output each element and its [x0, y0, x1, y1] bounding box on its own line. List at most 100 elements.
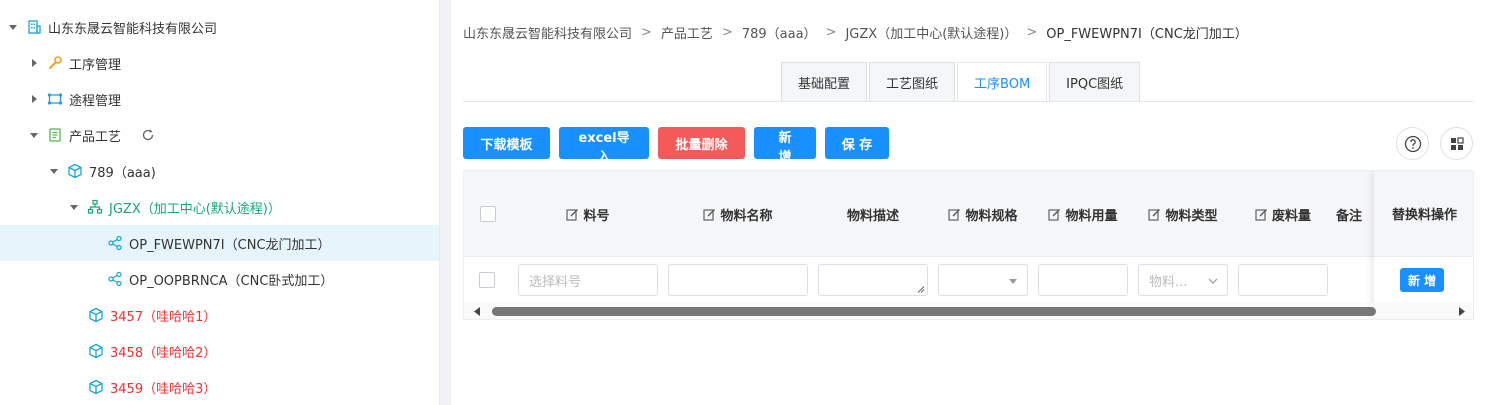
tree-node-label: OP_OOPBRNCA（CNC卧式加工） [129, 273, 334, 289]
part-number-placeholder: 选择料号 [529, 274, 582, 290]
caret-down-icon[interactable] [69, 202, 79, 212]
tab-craft-drawing[interactable]: 工艺图纸 [869, 62, 956, 101]
building-icon [26, 19, 42, 35]
material-desc-textarea[interactable] [818, 264, 928, 296]
caret-down-icon[interactable] [49, 166, 59, 176]
caret-right-icon[interactable] [29, 58, 39, 68]
header-label: 废料量 [1271, 208, 1311, 224]
material-spec-select[interactable] [938, 264, 1028, 296]
refresh-icon[interactable] [141, 128, 155, 142]
tree-node-label: JGZX（加工中心(默认途程)） [109, 201, 281, 217]
bom-table: 料号 物料名称 物料描述 物料规格 物料用量 物料类型 废料量 备注 选择料号 … [463, 170, 1474, 320]
table-row: 选择料号 物料... [464, 257, 1473, 303]
document-icon [47, 127, 63, 143]
material-name-input[interactable] [668, 264, 808, 296]
breadcrumb-separator: > [825, 24, 837, 40]
edit-icon [566, 208, 579, 221]
header-label: 物料类型 [1165, 208, 1218, 224]
breadcrumb-item[interactable]: JGZX（加工中心(默认途程)） [845, 23, 1017, 42]
tree-node-label: 产品工艺 [69, 129, 122, 145]
edit-icon [1148, 208, 1161, 221]
caret-down-icon[interactable] [29, 130, 39, 140]
header-material-name: 物料名称 [668, 171, 808, 257]
save-button[interactable]: 保 存 [825, 127, 889, 159]
header-material-type: 物料类型 [1138, 171, 1228, 257]
edit-icon [703, 208, 716, 221]
select-all-checkbox[interactable] [480, 206, 496, 222]
header-remark: 备注 [1336, 171, 1376, 257]
app-root: 山东东晟云智能科技有限公司 工序管理 途程管理 产品工艺 789（aaa) JG… [0, 0, 1492, 405]
share-icon [107, 235, 123, 251]
select-all-cell [464, 171, 512, 257]
header-label: 物料规格 [965, 208, 1018, 224]
header-replace-action: 替换料操作 [1374, 171, 1473, 257]
tree-node-product-789[interactable]: 789（aaa) [0, 153, 439, 189]
header-label: 料号 [583, 208, 610, 224]
add-button[interactable]: 新 增 [754, 127, 816, 165]
breadcrumb-separator: > [641, 24, 652, 40]
chevron-down-icon [1207, 275, 1219, 287]
caret-right-icon[interactable] [29, 94, 39, 104]
tab-ipqc-drawing[interactable]: IPQC图纸 [1049, 62, 1141, 101]
tab-basic-config[interactable]: 基础配置 [781, 62, 868, 101]
tree-node-product-3457[interactable]: 3457（哇哈哈1） [0, 297, 439, 333]
breadcrumb-item[interactable]: 产品工艺 [661, 23, 713, 42]
tree-node-product-craft[interactable]: 产品工艺 [0, 117, 439, 153]
tree-node-op-oopbrnca[interactable]: OP_OOPBRNCA（CNC卧式加工） [0, 261, 439, 297]
toolbar: 下载模板 excel导入 批量删除 新 增 保 存 [463, 127, 898, 165]
header-material-desc: 物料描述 [818, 171, 928, 257]
tree-node-label: 3459（哇哈哈3） [110, 381, 217, 397]
help-button[interactable] [1396, 127, 1429, 160]
tree-node-route-management[interactable]: 途程管理 [0, 81, 439, 117]
tab-bar: 基础配置 工艺图纸 工序BOM IPQC图纸 [781, 62, 1142, 102]
org-chart-icon [87, 199, 103, 215]
header-label: 物料用量 [1065, 208, 1118, 224]
download-template-button[interactable]: 下载模板 [463, 127, 550, 159]
tree-node-label: 途程管理 [69, 93, 122, 109]
scroll-left-icon[interactable] [472, 306, 482, 317]
breadcrumb: 山东东晟云智能科技有限公司 > 产品工艺 > 789（aaa） > JGZX（加… [463, 22, 1248, 42]
breadcrumb-item[interactable]: 789（aaa） [742, 23, 817, 42]
edit-icon [1255, 208, 1268, 221]
header-label: 物料名称 [720, 208, 773, 224]
material-type-select[interactable]: 物料... [1138, 264, 1228, 296]
breadcrumb-separator: > [1026, 24, 1038, 40]
batch-delete-button[interactable]: 批量删除 [658, 127, 745, 159]
scroll-right-icon[interactable] [1457, 306, 1467, 317]
resize-handle-icon[interactable] [916, 283, 925, 293]
header-material-usage: 物料用量 [1038, 171, 1128, 257]
tree-node-process-management[interactable]: 工序管理 [0, 45, 439, 81]
header-scrap-qty: 废料量 [1238, 171, 1328, 257]
scrollbar-thumb[interactable] [492, 307, 1376, 316]
tree-node-route-jgzx[interactable]: JGZX（加工中心(默认途程)） [0, 189, 439, 225]
add-replacement-button[interactable]: 新 增 [1400, 268, 1445, 292]
tree-node-product-3459[interactable]: 3459（哇哈哈3） [0, 369, 439, 405]
tree-node-label: 工序管理 [69, 57, 122, 73]
material-usage-input[interactable] [1038, 264, 1128, 296]
row-checkbox[interactable] [479, 272, 495, 288]
wrench-icon [47, 55, 63, 71]
excel-import-button[interactable]: excel导入 [559, 127, 649, 165]
scrap-qty-input[interactable] [1238, 264, 1328, 296]
cube-icon [67, 163, 83, 179]
breadcrumb-separator: > [721, 24, 733, 40]
material-type-placeholder: 物料... [1149, 274, 1188, 290]
help-icon [1404, 135, 1421, 152]
tree-node-op-fwewpn7i[interactable]: OP_FWEWPN7I（CNC龙门加工） [0, 225, 439, 261]
tab-process-bom[interactable]: 工序BOM [957, 62, 1048, 102]
tree-node-label: 3458（哇哈哈2） [110, 345, 217, 361]
breadcrumb-item[interactable]: 山东东晟云智能科技有限公司 [463, 23, 632, 42]
caret-down-icon[interactable] [8, 22, 18, 32]
part-number-select[interactable]: 选择料号 [518, 264, 658, 296]
tab-divider [463, 101, 1474, 102]
tree-node-label: 山东东晟云智能科技有限公司 [48, 21, 218, 37]
tree-node-company[interactable]: 山东东晟云智能科技有限公司 [0, 9, 439, 45]
edit-icon [948, 208, 961, 221]
column-settings-button[interactable] [1440, 127, 1473, 160]
main-panel: 山东东晟云智能科技有限公司 > 产品工艺 > 789（aaa） > JGZX（加… [451, 0, 1492, 405]
header-label: 备注 [1336, 208, 1363, 224]
route-icon [47, 91, 63, 107]
tree-node-product-3458[interactable]: 3458（哇哈哈2） [0, 333, 439, 369]
horizontal-scrollbar[interactable] [464, 303, 1473, 319]
dropdown-arrow-icon [1007, 275, 1019, 287]
